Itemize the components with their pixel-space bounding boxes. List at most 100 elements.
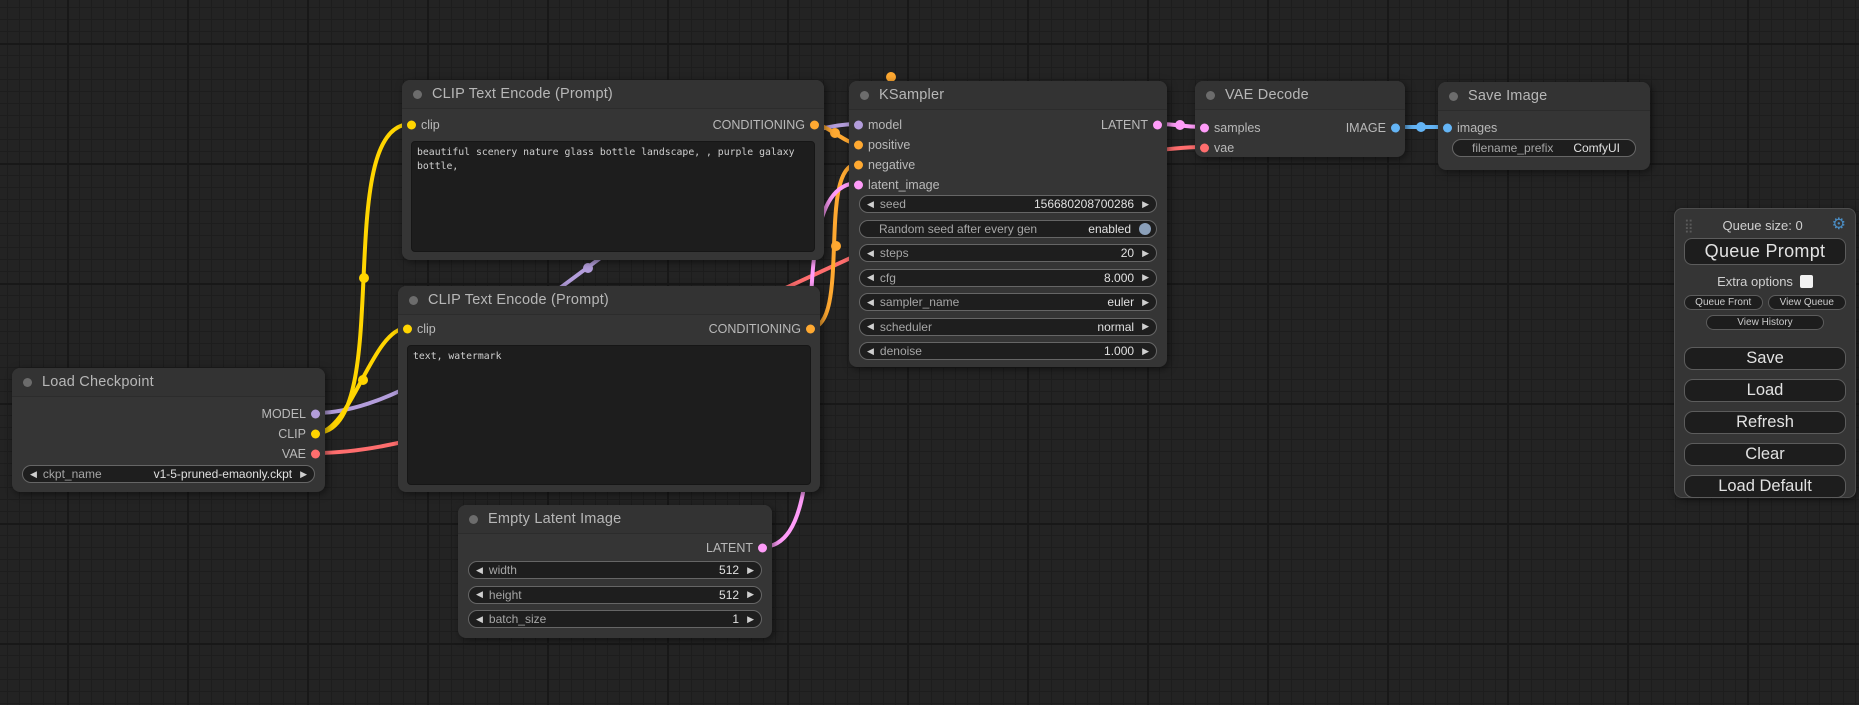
cfg-widget[interactable]: ◀ cfg 8.000 ▶: [859, 269, 1157, 287]
slot-row: clip CONDITIONING: [398, 319, 820, 339]
toggle-dot-icon[interactable]: [1139, 223, 1151, 235]
latent-output-port[interactable]: [1153, 121, 1162, 130]
decrement-arrow-icon[interactable]: ◀: [867, 347, 874, 356]
collapse-dot[interactable]: [1206, 91, 1215, 100]
batch-size-widget[interactable]: ◀ batch_size 1 ▶: [468, 610, 762, 628]
conditioning-output-port[interactable]: [810, 121, 819, 130]
node-title: Save Image: [1468, 88, 1547, 104]
decrement-arrow-icon[interactable]: ◀: [476, 590, 483, 599]
decrement-arrow-icon[interactable]: ◀: [476, 615, 483, 624]
slot-row: model LATENT: [849, 115, 1167, 135]
link-midpoint-dot: [830, 128, 840, 138]
increment-arrow-icon[interactable]: ▶: [300, 470, 307, 479]
increment-arrow-icon[interactable]: ▶: [1142, 200, 1149, 209]
queue-prompt-button[interactable]: Queue Prompt: [1684, 238, 1846, 265]
view-history-button[interactable]: View History: [1706, 315, 1824, 330]
decrement-arrow-icon[interactable]: ◀: [867, 200, 874, 209]
node-header[interactable]: CLIP Text Encode (Prompt): [402, 80, 824, 109]
clear-button[interactable]: Clear: [1684, 443, 1846, 466]
queue-front-button[interactable]: Queue Front: [1684, 295, 1763, 310]
node-clip-text-encode-positive[interactable]: CLIP Text Encode (Prompt) clip CONDITION…: [402, 80, 824, 260]
node-load-checkpoint[interactable]: Load Checkpoint MODEL CLIP VAE ◀ ckpt_na…: [12, 368, 325, 492]
collapse-dot[interactable]: [413, 90, 422, 99]
negative-prompt-textarea[interactable]: text, watermark: [407, 345, 811, 485]
vae-output-port[interactable]: [311, 450, 320, 459]
height-widget[interactable]: ◀ height 512 ▶: [468, 586, 762, 604]
save-button[interactable]: Save: [1684, 347, 1846, 370]
decrement-arrow-icon[interactable]: ◀: [867, 298, 874, 307]
increment-arrow-icon[interactable]: ▶: [1142, 273, 1149, 282]
node-clip-text-encode-negative[interactable]: CLIP Text Encode (Prompt) clip CONDITION…: [398, 286, 820, 492]
link-midpoint-dot: [358, 375, 368, 385]
drag-handle-icon[interactable]: ⣿: [1684, 219, 1694, 232]
negative-input-port[interactable]: [854, 161, 863, 170]
widget-value: 512: [719, 563, 739, 577]
node-header[interactable]: Load Checkpoint: [12, 368, 325, 397]
width-widget[interactable]: ◀ width 512 ▶: [468, 561, 762, 579]
view-queue-button[interactable]: View Queue: [1768, 295, 1847, 310]
random-seed-toggle-widget[interactable]: Random seed after every gen enabled: [859, 220, 1157, 238]
slot-row: images: [1438, 118, 1650, 138]
node-empty-latent-image[interactable]: Empty Latent Image LATENT ◀ width 512 ▶ …: [458, 505, 772, 638]
clip-output-port[interactable]: [311, 430, 320, 439]
collapse-dot[interactable]: [469, 515, 478, 524]
decrement-arrow-icon[interactable]: ◀: [867, 273, 874, 282]
latent-output-port[interactable]: [758, 544, 767, 553]
node-ksampler[interactable]: KSampler model LATENT positive negative …: [849, 81, 1167, 367]
node-header[interactable]: KSampler: [849, 81, 1167, 110]
latent-image-input-port[interactable]: [854, 181, 863, 190]
images-input-port[interactable]: [1443, 124, 1452, 133]
node-save-image[interactable]: Save Image images filename_prefix ComfyU…: [1438, 82, 1650, 170]
image-output-port[interactable]: [1391, 124, 1400, 133]
node-vae-decode[interactable]: VAE Decode samples IMAGE vae: [1195, 81, 1405, 157]
collapse-dot[interactable]: [1449, 92, 1458, 101]
positive-input-port[interactable]: [854, 141, 863, 150]
filename-prefix-widget[interactable]: filename_prefix ComfyUI: [1452, 139, 1636, 157]
steps-widget[interactable]: ◀ steps 20 ▶: [859, 244, 1157, 262]
increment-arrow-icon[interactable]: ▶: [1142, 298, 1149, 307]
slot-row: samples IMAGE: [1195, 118, 1405, 138]
node-header[interactable]: Save Image: [1438, 82, 1650, 111]
increment-arrow-icon[interactable]: ▶: [1142, 249, 1149, 258]
node-graph-canvas[interactable]: Load Checkpoint MODEL CLIP VAE ◀ ckpt_na…: [0, 0, 1859, 705]
clip-input-port[interactable]: [403, 325, 412, 334]
denoise-widget[interactable]: ◀ denoise 1.000 ▶: [859, 342, 1157, 360]
increment-arrow-icon[interactable]: ▶: [1142, 347, 1149, 356]
widget-value: 1: [732, 612, 739, 626]
increment-arrow-icon[interactable]: ▶: [1142, 322, 1149, 331]
node-header[interactable]: Empty Latent Image: [458, 505, 772, 534]
conditioning-output-port[interactable]: [806, 325, 815, 334]
decrement-arrow-icon[interactable]: ◀: [867, 322, 874, 331]
node-header[interactable]: CLIP Text Encode (Prompt): [398, 286, 820, 315]
scheduler-widget[interactable]: ◀ scheduler normal ▶: [859, 318, 1157, 336]
model-output-port[interactable]: [311, 410, 320, 419]
samples-input-port[interactable]: [1200, 124, 1209, 133]
load-default-button[interactable]: Load Default: [1684, 475, 1846, 498]
increment-arrow-icon[interactable]: ▶: [747, 566, 754, 575]
decrement-arrow-icon[interactable]: ◀: [867, 249, 874, 258]
decrement-arrow-icon[interactable]: ◀: [30, 470, 37, 479]
positive-input-label: positive: [868, 138, 910, 152]
extra-options-checkbox[interactable]: [1800, 275, 1813, 288]
sampler-name-widget[interactable]: ◀ sampler_name euler ▶: [859, 293, 1157, 311]
increment-arrow-icon[interactable]: ▶: [747, 590, 754, 599]
increment-arrow-icon[interactable]: ▶: [747, 615, 754, 624]
collapse-dot[interactable]: [409, 296, 418, 305]
clip-input-port[interactable]: [407, 121, 416, 130]
settings-gear-icon[interactable]: ⚙: [1832, 217, 1846, 233]
refresh-button[interactable]: Refresh: [1684, 411, 1846, 434]
node-header[interactable]: VAE Decode: [1195, 81, 1405, 110]
slot-row: clip CONDITIONING: [402, 115, 824, 135]
ckpt-name-widget[interactable]: ◀ ckpt_name v1-5-pruned-emaonly.ckpt ▶: [22, 465, 315, 483]
load-button[interactable]: Load: [1684, 379, 1846, 402]
collapse-dot[interactable]: [860, 91, 869, 100]
model-input-port[interactable]: [854, 121, 863, 130]
positive-prompt-textarea[interactable]: beautiful scenery nature glass bottle la…: [411, 141, 815, 252]
seed-widget[interactable]: ◀ seed 156680208700286 ▶: [859, 195, 1157, 213]
widget-value: 1.000: [1104, 344, 1134, 358]
collapse-dot[interactable]: [23, 378, 32, 387]
widget-label: cfg: [880, 271, 896, 285]
vae-input-port[interactable]: [1200, 144, 1209, 153]
queue-menu-panel[interactable]: ⣿ Queue size: 0 ⚙ Queue Prompt Extra opt…: [1674, 208, 1856, 498]
decrement-arrow-icon[interactable]: ◀: [476, 566, 483, 575]
